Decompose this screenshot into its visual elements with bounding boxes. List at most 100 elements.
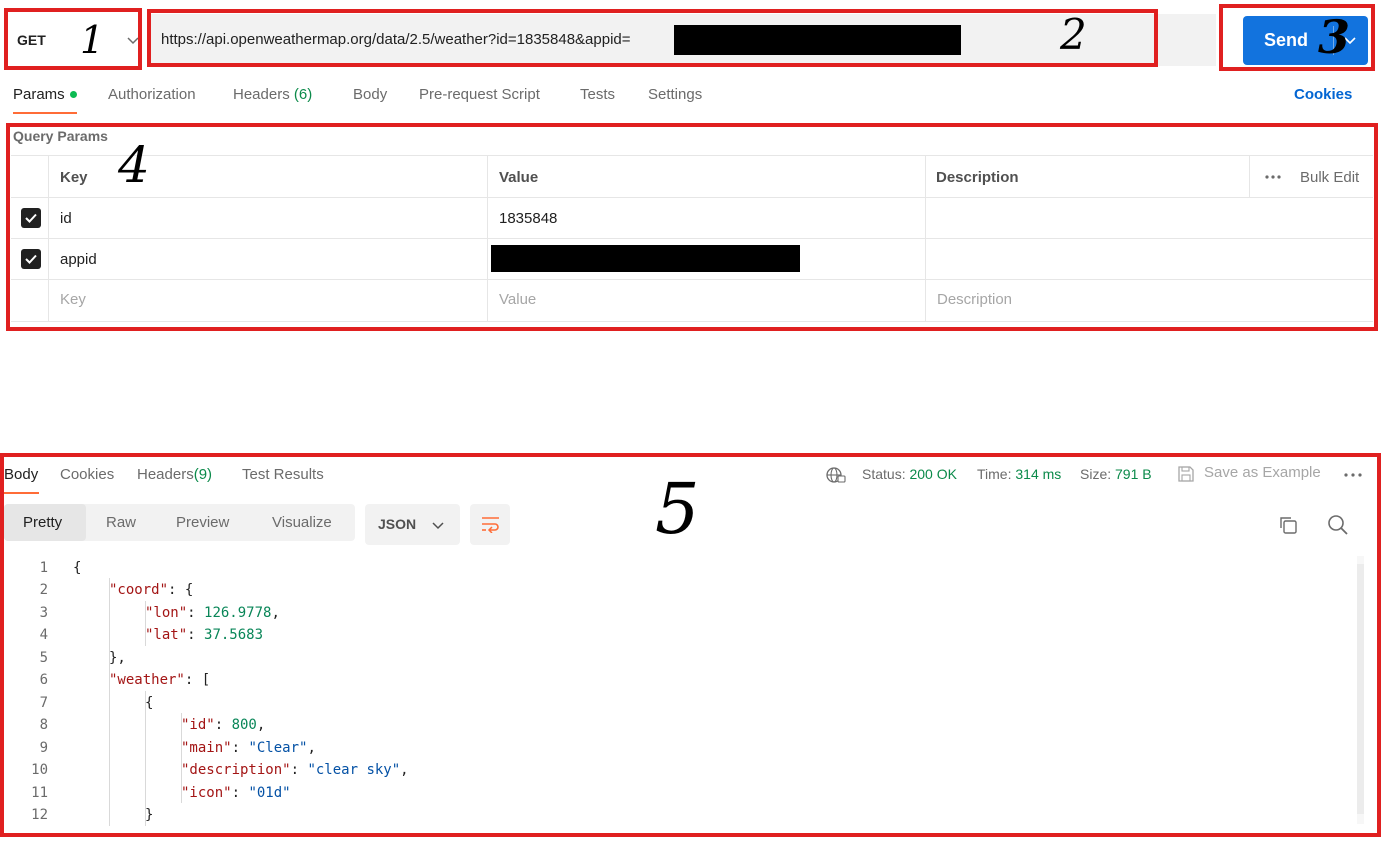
code-token: "icon"	[181, 785, 232, 801]
table-col-divider	[1249, 156, 1250, 197]
bulk-edit-button[interactable]: Bulk Edit	[1300, 169, 1359, 186]
code-token: }	[145, 807, 154, 823]
column-header-description: Description	[936, 169, 1019, 186]
time-value: 314 ms	[1015, 466, 1062, 482]
save-icon	[1178, 466, 1194, 482]
line-number: 6	[39, 672, 48, 688]
tab-tests[interactable]: Tests	[580, 86, 615, 103]
annotation-number-3: 3	[1318, 10, 1351, 64]
code-token: "main"	[181, 740, 232, 756]
code-token: 800	[231, 717, 257, 733]
response-tab-test-results[interactable]: Test Results	[242, 466, 324, 483]
code-line: "weather": [	[109, 672, 210, 688]
tab-params[interactable]: Params	[13, 86, 77, 103]
table-divider	[11, 321, 1373, 322]
code-token: :	[231, 740, 249, 756]
size-readout: Size: 791 B	[1080, 466, 1152, 482]
save-as-example-button[interactable]: Save as Example	[1204, 464, 1321, 481]
line-number: 12	[31, 807, 48, 823]
tab-pre-request-script[interactable]: Pre-request Script	[419, 86, 540, 103]
code-token: 126.9778	[204, 605, 272, 621]
table-col-divider	[487, 156, 488, 322]
check-icon	[25, 254, 37, 264]
row-checkbox[interactable]	[21, 249, 41, 269]
format-select[interactable]: JSON	[365, 504, 460, 545]
tab-headers-count: (6)	[293, 86, 313, 103]
wrap-lines-button[interactable]	[470, 504, 510, 545]
view-mode-preview[interactable]: Preview	[176, 514, 229, 531]
response-active-tab-indicator	[4, 492, 39, 494]
code-token: ,	[256, 717, 266, 733]
size-value: 791 B	[1115, 466, 1152, 482]
copy-icon[interactable]	[1278, 515, 1298, 535]
code-line: },	[109, 650, 126, 666]
tab-authorization[interactable]: Authorization	[108, 86, 196, 103]
active-tab-indicator	[13, 112, 77, 114]
code-token: 37.5683	[204, 627, 264, 643]
description-placeholder[interactable]: Description	[937, 291, 1012, 308]
time-label: Time:	[977, 466, 1012, 482]
send-label: Send	[1264, 30, 1309, 50]
chevron-down-icon	[127, 37, 139, 45]
value-placeholder[interactable]: Value	[499, 291, 536, 308]
param-key[interactable]: appid	[60, 251, 97, 268]
more-options-icon[interactable]	[1344, 473, 1362, 477]
code-line: "id": 800,	[181, 717, 265, 733]
code-token: ,	[400, 762, 409, 778]
response-tab-body-label: Body	[4, 466, 39, 483]
code-token: "id"	[181, 717, 215, 733]
annotation-number-5: 5	[655, 468, 700, 550]
tab-params-label: Params	[13, 86, 65, 103]
status-label: Status:	[862, 466, 906, 482]
tab-authorization-label: Authorization	[108, 86, 196, 103]
table-col-divider	[48, 156, 49, 322]
params-active-dot	[69, 90, 77, 98]
more-options-icon[interactable]	[1265, 175, 1281, 179]
response-headers-count: (9)	[193, 466, 213, 483]
annotation-number-2: 2	[1060, 10, 1087, 59]
globe-icon[interactable]	[826, 466, 846, 484]
code-token: "Clear"	[248, 740, 308, 756]
annotation-number-1: 1	[80, 18, 105, 62]
redacted-api-key	[674, 25, 961, 55]
param-value[interactable]: 1835848	[499, 210, 557, 227]
view-mode-raw[interactable]: Raw	[106, 514, 136, 531]
status-value: 200 OK	[909, 466, 957, 482]
response-tab-body[interactable]: Body	[4, 466, 38, 483]
line-number: 5	[39, 650, 48, 666]
code-token: },	[109, 650, 126, 666]
code-line: "lon": 126.9778,	[145, 605, 280, 621]
format-label: JSON	[378, 516, 417, 532]
row-checkbox[interactable]	[21, 208, 41, 228]
response-tab-cookies[interactable]: Cookies	[60, 466, 114, 483]
method-select[interactable]: GET	[8, 12, 139, 68]
code-line: }	[145, 807, 153, 823]
view-mode-pretty[interactable]: Pretty	[23, 514, 62, 531]
line-number: 3	[39, 605, 48, 621]
tab-settings[interactable]: Settings	[648, 86, 702, 103]
response-tab-cookies-label: Cookies	[60, 466, 115, 483]
key-placeholder[interactable]: Key	[60, 291, 86, 308]
code-token: "description"	[181, 762, 291, 778]
param-key[interactable]: id	[60, 210, 72, 227]
table-divider	[11, 238, 1373, 239]
cookies-link[interactable]: Cookies	[1294, 86, 1352, 103]
response-body-viewer[interactable]: 1 2 3 4 5 6 7 8 9 10 11 12 { "coord": { …	[20, 556, 1350, 826]
tab-body[interactable]: Body	[353, 86, 387, 103]
view-mode-selector: Pretty Raw Preview Visualize	[4, 504, 355, 541]
table-divider	[11, 197, 1373, 198]
scrollbar-thumb[interactable]	[1357, 564, 1364, 814]
line-number: 8	[39, 717, 48, 733]
url-input[interactable]: https://api.openweathermap.org/data/2.5/…	[150, 14, 1216, 66]
tab-headers[interactable]: Headers (6)	[233, 86, 312, 103]
search-icon[interactable]	[1327, 514, 1349, 536]
tab-pre-request-label: Pre-request Script	[419, 86, 540, 103]
code-scrollbar[interactable]	[1357, 556, 1364, 824]
chevron-down-icon	[432, 522, 444, 530]
response-tab-headers[interactable]: Headers(9)	[137, 466, 212, 483]
code-token: : [	[184, 672, 211, 688]
code-token: {	[145, 695, 154, 711]
code-line: {	[73, 560, 81, 576]
view-mode-visualize[interactable]: Visualize	[272, 514, 332, 531]
code-token: "coord"	[109, 582, 169, 598]
